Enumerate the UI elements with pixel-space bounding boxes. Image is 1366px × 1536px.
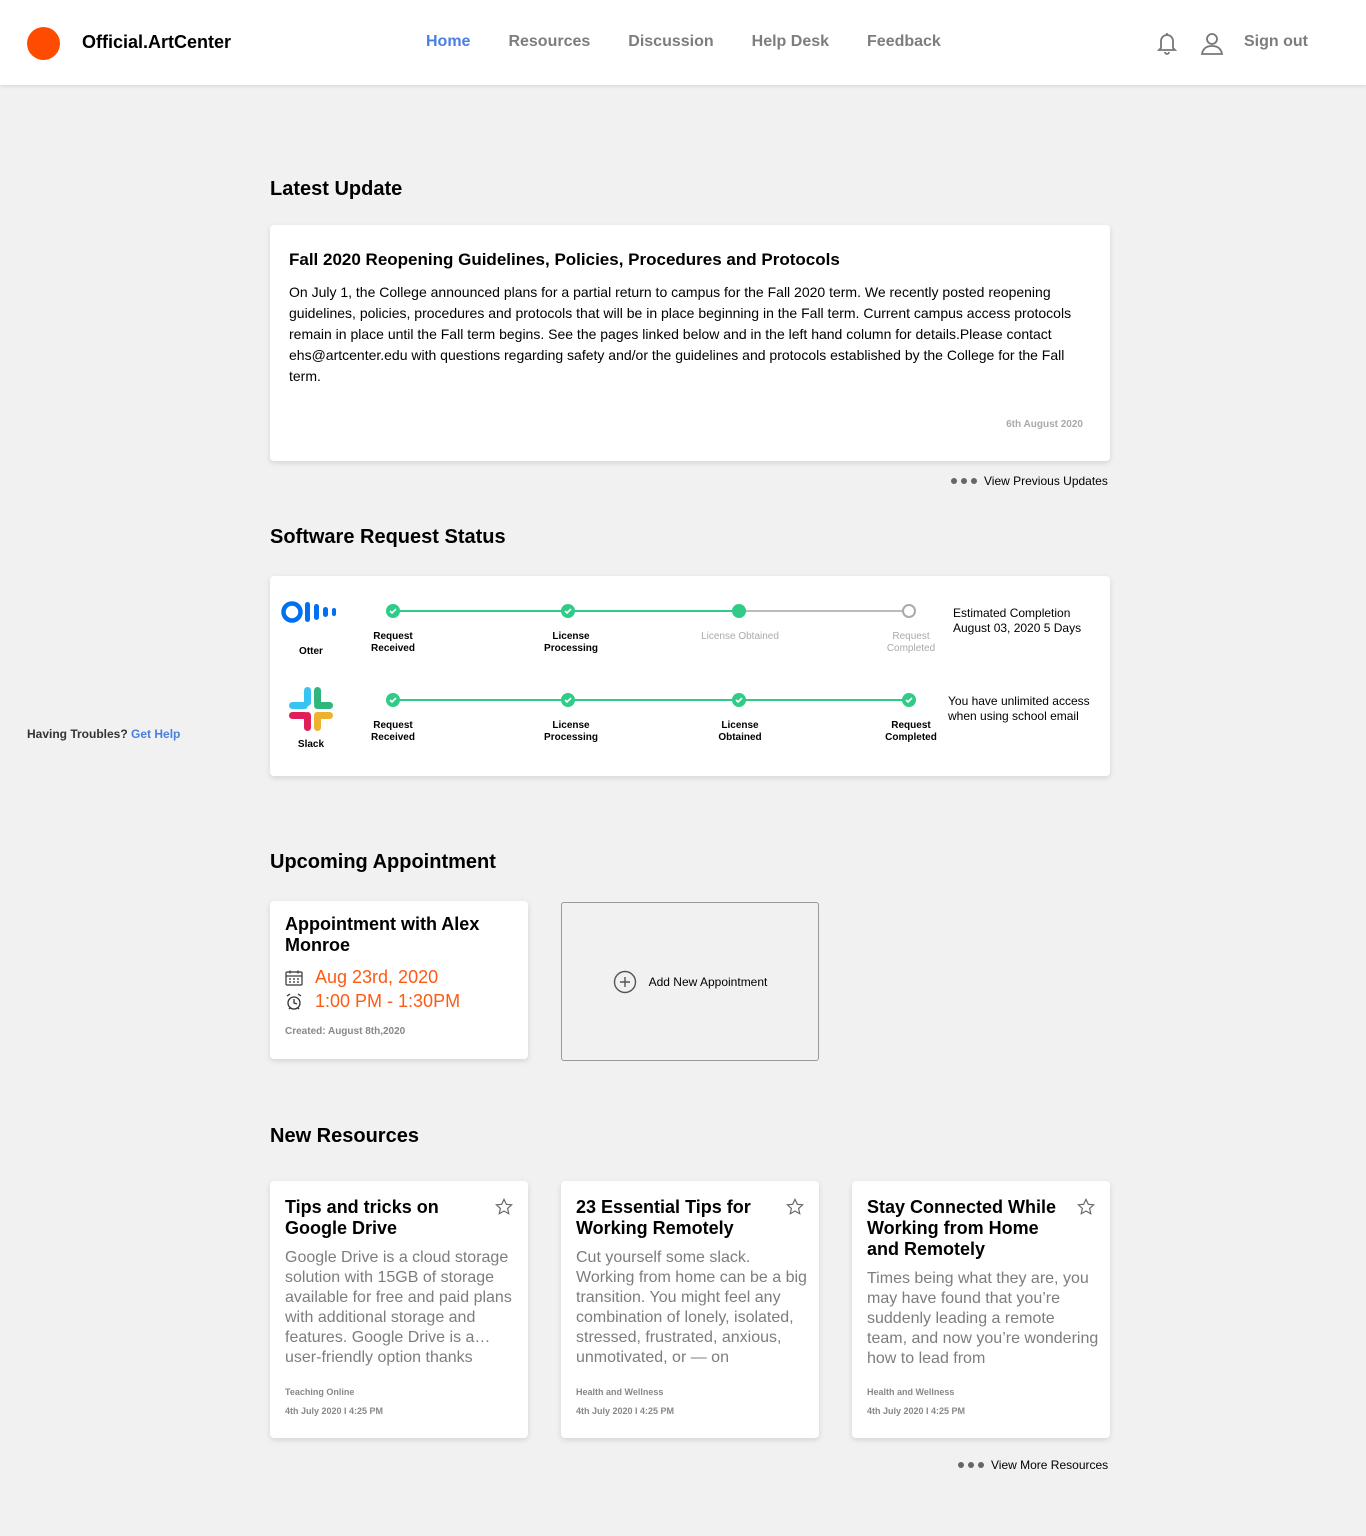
appointment-date: Aug 23rd, 2020	[315, 967, 439, 987]
otter-note-line-1: Estimated Completion	[953, 606, 1071, 620]
nav-resources[interactable]: Resources	[508, 33, 590, 51]
slack-note-line-1: You have unlimited access	[948, 694, 1090, 708]
upcoming-appointment-heading: Upcoming Appointment	[270, 851, 496, 873]
otter-step-4-label: Request Completed	[886, 631, 936, 654]
slack-step-1-node	[386, 693, 400, 707]
more-dots-icon	[958, 1462, 984, 1468]
nav-home[interactable]: Home	[426, 33, 470, 51]
latest-update-heading: Latest Update	[270, 178, 403, 200]
star-icon[interactable]	[495, 1198, 513, 1216]
plus-circle-icon	[613, 970, 636, 993]
otter-step-2-label: License Processing	[544, 631, 598, 654]
appointment-created: Created: August 8th,2020	[285, 1026, 406, 1037]
appointment-time-row: 1:00 PM - 1:30PM	[285, 991, 460, 1012]
get-help-link[interactable]: Get Help	[131, 727, 180, 741]
nav-help-desk[interactable]: Help Desk	[752, 33, 829, 51]
slack-step-4-label: Request Completed	[885, 720, 937, 743]
star-icon[interactable]	[786, 1198, 804, 1216]
brand-name[interactable]: Official.ArtCenter	[82, 32, 231, 53]
check-icon	[564, 608, 572, 615]
appointment-title: Appointment with Alex Monroe	[285, 914, 480, 955]
otter-step-2-node	[561, 604, 575, 618]
brand-logo[interactable]	[27, 27, 60, 60]
add-appointment-button[interactable]: Add New Appointment	[561, 902, 819, 1061]
check-icon	[389, 697, 397, 704]
resource-title: 23 Essential Tips for Working Remotely	[576, 1197, 751, 1238]
help-text: Having Troubles?	[27, 727, 128, 741]
slack-step-2-label: License Processing	[544, 720, 598, 743]
nav-discussion[interactable]: Discussion	[628, 33, 713, 51]
top-navbar: Official.ArtCenter Home Resources Discus…	[0, 0, 1366, 85]
otter-status-note: Estimated Completion August 03, 2020 5 D…	[953, 606, 1081, 636]
calendar-icon	[285, 970, 303, 986]
check-icon	[564, 697, 572, 704]
main-nav: Home Resources Discussion Help Desk Feed…	[426, 33, 941, 51]
resource-title: Tips and tricks on Google Drive	[285, 1197, 439, 1238]
resource-card[interactable]: 23 Essential Tips for Working Remotely C…	[561, 1181, 819, 1438]
user-icon[interactable]	[1200, 31, 1224, 55]
latest-update-card[interactable]: Fall 2020 Reopening Guidelines, Policies…	[270, 225, 1110, 461]
slack-status-note: You have unlimited access when using sch…	[948, 694, 1090, 724]
resource-date: 4th July 2020 I 4:25 PM	[576, 1406, 675, 1416]
nav-feedback[interactable]: Feedback	[867, 33, 941, 51]
appointment-date-row: Aug 23rd, 2020	[285, 967, 438, 988]
star-icon[interactable]	[1077, 1198, 1095, 1216]
check-icon	[389, 608, 397, 615]
slack-step-1-label: Request Received	[371, 720, 415, 743]
slack-step-3-label: License Obtained	[718, 720, 762, 743]
otter-step-4-node	[902, 604, 916, 618]
update-date: 6th August 2020	[1006, 419, 1083, 430]
otter-logo-icon	[281, 601, 336, 623]
otter-step-1-label: Request Received	[371, 631, 415, 654]
alarm-clock-icon	[286, 992, 302, 1010]
appointment-time: 1:00 PM - 1:30PM	[315, 991, 461, 1011]
new-resources-heading: New Resources	[270, 1125, 419, 1147]
view-previous-updates-link[interactable]: View Previous Updates	[951, 474, 1108, 488]
otter-progress-track-pending	[739, 610, 909, 612]
software-status-heading: Software Request Status	[270, 526, 506, 548]
resource-category: Health and Wellness	[576, 1387, 664, 1397]
slack-step-3-node	[732, 693, 746, 707]
resource-excerpt: Google Drive is a cloud storage solution…	[285, 1249, 512, 1366]
help-prompt: Having Troubles? Get Help	[27, 727, 180, 741]
sign-out-link[interactable]: Sign out	[1244, 33, 1308, 51]
otter-step-3-label: License Obtained	[701, 631, 779, 642]
otter-app-name: Otter	[299, 646, 323, 657]
check-icon	[735, 697, 743, 704]
bell-icon[interactable]	[1156, 31, 1178, 55]
resource-date: 4th July 2020 I 4:25 PM	[285, 1406, 384, 1416]
otter-step-1-node	[386, 604, 400, 618]
resource-date: 4th July 2020 I 4:25 PM	[867, 1406, 966, 1416]
check-icon	[905, 697, 913, 704]
view-more-resources-link[interactable]: View More Resources	[958, 1458, 1108, 1472]
more-dots-icon	[951, 478, 977, 484]
add-appointment-label: Add New Appointment	[648, 974, 768, 989]
slack-note-line-2: when using school email	[948, 709, 1079, 723]
resource-excerpt: Times being what they are, you may have …	[867, 1270, 1099, 1367]
slack-progress-track-done	[393, 699, 909, 701]
slack-app-name: Slack	[297, 739, 325, 750]
resource-category: Health and Wellness	[867, 1387, 955, 1397]
view-more-label: View More Resources	[991, 1458, 1109, 1472]
appointment-card[interactable]: Appointment with Alex Monroe Aug 23rd, 2…	[270, 901, 528, 1059]
software-status-card: Otter Request Received License Processin…	[270, 576, 1110, 776]
resource-category: Teaching Online	[285, 1387, 355, 1397]
resource-card[interactable]: Stay Connected While Working from Home a…	[852, 1181, 1110, 1438]
otter-step-3-node	[732, 604, 746, 618]
slack-logo-icon	[289, 687, 333, 731]
resource-card[interactable]: Tips and tricks on Google Drive Google D…	[270, 1181, 528, 1438]
update-body: On July 1, the College announced plans f…	[289, 284, 1072, 384]
view-previous-label: View Previous Updates	[984, 474, 1108, 488]
update-title: Fall 2020 Reopening Guidelines, Policies…	[289, 250, 840, 269]
resource-excerpt: Cut yourself some slack. Working from ho…	[576, 1249, 807, 1366]
resource-title: Stay Connected While Working from Home a…	[867, 1197, 1057, 1259]
otter-note-line-2: August 03, 2020 5 Days	[953, 621, 1082, 635]
slack-step-2-node	[561, 693, 575, 707]
slack-step-4-node	[902, 693, 916, 707]
